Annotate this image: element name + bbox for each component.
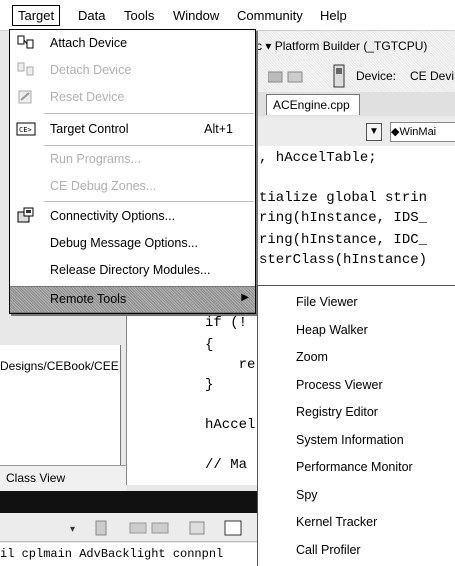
code-line: { [205, 337, 214, 353]
submenu-item-call-profiler[interactable]: Call Profiler [296, 543, 361, 557]
output-toolbar-buttons-icon[interactable]: ▾ [70, 519, 255, 537]
menu-item-label: Attach Device [50, 36, 128, 50]
submenu-item-process-viewer[interactable]: Process Viewer [296, 378, 383, 392]
code-line: // Ma [205, 457, 248, 473]
tab-acengine-label: ACEngine.cpp [273, 98, 350, 112]
menu-item-label: Detach Device [50, 63, 132, 77]
submenu-item-zoom[interactable]: Zoom [296, 350, 328, 364]
code-line: ring(hInstance, IDS_ [259, 210, 428, 226]
menu-item-label: CE Debug Zones... [50, 179, 157, 193]
attach-device-icon [17, 35, 34, 49]
code-line: ring(hInstance, IDC_ [259, 232, 428, 248]
combo-dropdown-button[interactable]: ▼ [366, 123, 382, 141]
submenu-item-kernel-tracker[interactable]: Kernel Tracker [296, 515, 377, 529]
menu-separator [44, 201, 254, 202]
menu-item-label: Release Directory Modules... [50, 263, 211, 277]
menu-item-label: Remote Tools [50, 292, 127, 306]
target-control-icon: CE> [16, 122, 36, 136]
menu-item-label: Run Programs... [50, 152, 142, 166]
class-view-tab[interactable]: Class View [0, 465, 126, 492]
menu-tools[interactable]: Tools [124, 8, 154, 23]
menu-data[interactable]: Data [78, 8, 105, 23]
submenu-item-system-information[interactable]: System Information [296, 433, 404, 447]
reset-device-icon [18, 90, 32, 104]
device-icon [333, 64, 345, 88]
combo-row: ▼ ◆WinMai [250, 118, 455, 146]
submenu-item-heap-walker[interactable]: Heap Walker [296, 323, 368, 337]
menu-item-shortcut: Alt+1 [204, 122, 233, 136]
project-path: Designs/CEBook/CEE [0, 359, 119, 373]
menu-item-target-control[interactable]: CE> Target Control Alt+1 [10, 116, 255, 143]
platform-builder-title: c ▾ Platform Builder (_TGTCPU) [256, 39, 428, 53]
tab-strip: ACEngine.cpp [250, 92, 455, 116]
menu-item-release-directory-modules[interactable]: Release Directory Modules... [10, 257, 255, 284]
menu-item-connectivity-options[interactable]: Connectivity Options... [10, 203, 255, 230]
device-value[interactable]: CE Devi [410, 69, 454, 83]
menu-item-label: Target Control [50, 122, 129, 136]
class-view-label: Class View [6, 471, 66, 485]
submenu-arrow-icon: ▶ [241, 292, 249, 303]
menu-item-remote-tools[interactable]: Remote Tools ▶ [10, 286, 255, 313]
menu-item-ce-debug-zones[interactable]: CE Debug Zones... [10, 173, 255, 200]
menu-item-label: Reset Device [50, 90, 125, 104]
code-line: , hAccelTable; [259, 150, 377, 166]
device-toolbar: Device: CE Devi [250, 60, 455, 92]
submenu-item-spy[interactable]: Spy [296, 488, 318, 502]
svg-text:▾: ▾ [70, 524, 75, 535]
device-label: Device: [356, 69, 397, 83]
menu-item-run-programs[interactable]: Run Programs... [10, 146, 255, 173]
tab-acengine[interactable]: ACEngine.cpp [266, 94, 360, 115]
submenu-item-performance-monitor[interactable]: Performance Monitor [296, 460, 413, 474]
menu-item-label: Debug Message Options... [50, 236, 198, 250]
menu-item-label: Connectivity Options... [50, 209, 176, 223]
code-line: hAccel [205, 417, 256, 433]
code-line: if (! [205, 315, 248, 331]
toolbar-buttons-icon[interactable] [268, 68, 308, 86]
detach-device-icon [17, 62, 34, 76]
menu-bar: Target Data Tools Window Community Help [0, 0, 455, 31]
menu-help[interactable]: Help [320, 8, 347, 23]
menu-item-attach-device[interactable]: Attach Device [10, 30, 255, 57]
menu-window[interactable]: Window [173, 8, 219, 23]
target-menu-dropdown: Attach Device Detach Device Reset Device… [9, 29, 256, 314]
code-line: re [205, 357, 256, 373]
submenu-item-registry-editor[interactable]: Registry Editor [296, 405, 378, 419]
menu-item-detach-device[interactable]: Detach Device [10, 57, 255, 84]
submenu-item-file-viewer[interactable]: File Viewer [296, 295, 358, 309]
menu-community[interactable]: Community [237, 8, 303, 23]
menu-target[interactable]: Target [12, 5, 61, 26]
remote-tools-submenu: File Viewer Heap Walker Zoom Process Vie… [257, 285, 455, 566]
code-line: tialize global strin [259, 190, 428, 206]
output-text: il cplmain AdvBacklight connpnl [0, 547, 224, 561]
menu-item-debug-message-options[interactable]: Debug Message Options... [10, 230, 255, 257]
menu-item-reset-device[interactable]: Reset Device [10, 84, 255, 111]
code-editor-lower[interactable]: if (! { re } hAccel // Ma [126, 305, 257, 485]
solution-explorer-pane: Designs/CEBook/CEE [0, 345, 121, 465]
code-line: sterClass(hInstance) [259, 252, 428, 268]
solution-toolbar: c ▾ Platform Builder (_TGTCPU) [250, 30, 455, 60]
code-editor[interactable]: , hAccelTable; tialize global strin ring… [255, 146, 455, 306]
connectivity-options-icon [17, 207, 34, 223]
function-combo[interactable]: ◆WinMai [390, 122, 455, 142]
menu-separator [44, 113, 254, 114]
code-line: } [205, 377, 214, 393]
svg-text:CE>: CE> [19, 126, 32, 134]
